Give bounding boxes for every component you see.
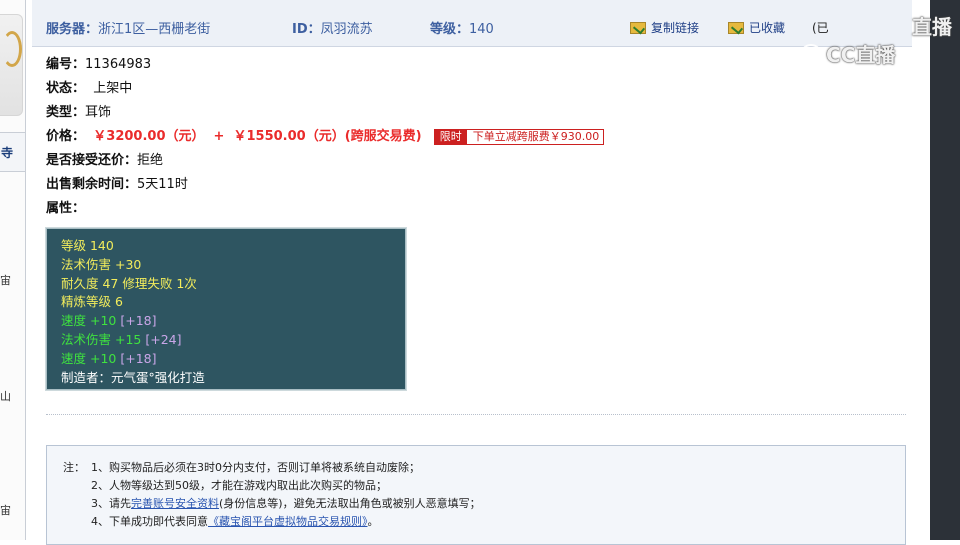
note-1: 1、购买物品后必须在3时0分内支付，否则订单将被系统自动废除； [91, 461, 420, 474]
limit-text: 下单立减跨服费￥930.00 [472, 129, 600, 143]
level-value: 140 [469, 22, 494, 37]
copy-link-button[interactable]: 复制链接 [630, 19, 699, 36]
left-text-1: 宙 [0, 274, 11, 287]
note-2: 2、人物等级达到50级，才能在游戏内取出此次购买的物品； [91, 479, 387, 492]
price-label: 价格： [46, 129, 86, 144]
code-value: 11364983 [85, 57, 152, 72]
left-sidebar: 寺 宙 山 宙 [0, 0, 26, 540]
left-tab-label: 寺 [1, 146, 14, 160]
attr-line: 精炼等级 6 [61, 294, 123, 310]
attr-main: 速度 +10 [61, 313, 117, 329]
note-4-pre: 4、下单成功即代表同意 [91, 515, 208, 528]
divider [46, 414, 906, 415]
code-row: 编号：11364983 [46, 53, 151, 72]
level-label: 等级： [430, 22, 470, 37]
item-thumbnail[interactable] [0, 14, 23, 116]
left-text-3: 宙 [0, 504, 11, 517]
watermark-line-2: CC直播 [826, 43, 896, 67]
note-3-post: (身份信息等)，避免无法取出角色或被别人恶意填写； [219, 497, 481, 510]
folder-link-icon [630, 21, 646, 34]
item-detail-panel: 服务器：浙江1区—西栅老街 ID：凤羽流苏 等级：140 复制链接 已收藏 (已… [32, 0, 912, 545]
attr-line: 耐久度 47 修理失败 1次 [61, 275, 197, 291]
cc-logo-icon [800, 44, 822, 66]
price-value: ￥3200.00（元） + ￥1550.00（元）(跨服交易费) [93, 129, 422, 144]
favorite-button[interactable]: 已收藏 [728, 19, 785, 36]
attr-line: 法术伤害 +15 [+24] [61, 331, 391, 350]
left-tab[interactable]: 寺 [0, 132, 25, 172]
limited-offer-badge: 限时 下单立减跨服费￥930.00 [433, 128, 605, 145]
price-row: 价格： ￥3200.00（元） + ￥1550.00（元）(跨服交易费) 限时下… [46, 125, 605, 145]
counter-offer-label: 是否接受还价： [46, 153, 138, 168]
id-label: ID： [292, 22, 321, 37]
time-left-value: 5天11时 [137, 177, 188, 192]
favorite-label: 已收藏 [749, 21, 786, 35]
note-4-post: 。 [367, 515, 379, 528]
server-info: 服务器：浙江1区—西栅老街 [46, 18, 210, 37]
id-info: ID：凤羽流苏 [292, 18, 373, 37]
note-4: 4、下单成功即代表同意《藏宝阁平台虚拟物品交易规则》。 [91, 513, 379, 529]
notes-box: 注： 1、购买物品后必须在3时0分内支付，否则订单将被系统自动废除； 2、人物等… [46, 445, 906, 545]
attr-main: 速度 +10 [61, 350, 117, 366]
attr-line: 制造者：元气蛋°强化打造 [61, 369, 205, 385]
attr-line: 速度 +10 [+18] [61, 350, 391, 369]
server-value: 浙江1区—西栅老街 [98, 22, 211, 37]
status-label: 状态： [46, 81, 86, 96]
item-header: 服务器：浙江1区—西栅老街 ID：凤羽流苏 等级：140 复制链接 已收藏 (已 [32, 0, 912, 47]
note-prefix: 注： [63, 461, 85, 474]
code-label: 编号： [46, 57, 86, 72]
right-dark-strip [930, 0, 960, 540]
attr-extra: [+18] [120, 313, 157, 329]
trade-rules-link[interactable]: 《藏宝阁平台虚拟物品交易规则》 [208, 515, 368, 528]
attr-extra: [+18] [120, 350, 157, 366]
attr-extra: [+24] [145, 331, 182, 347]
note-3-pre: 3、请先 [91, 497, 131, 510]
type-row: 类型：耳饰 [46, 101, 111, 120]
id-value: 凤羽流苏 [320, 22, 373, 37]
watermark-line-1: 直播 [912, 15, 952, 39]
counter-offer-row: 是否接受还价：拒绝 [46, 149, 163, 168]
stream-watermark: 直播 CC直播 [800, 16, 960, 76]
type-label: 类型： [46, 105, 86, 120]
attributes-row: 属性： [46, 197, 85, 216]
type-value: 耳饰 [85, 105, 112, 120]
server-label: 服务器： [46, 22, 99, 37]
left-text-2: 山 [0, 390, 11, 403]
folder-favorite-icon [728, 21, 744, 34]
attr-main: 法术伤害 +15 [61, 331, 142, 347]
account-security-link[interactable]: 完善账号安全资料 [131, 497, 219, 510]
counter-offer-value: 拒绝 [137, 153, 164, 168]
time-left-label: 出售剩余时间： [46, 177, 138, 192]
attributes-label: 属性： [46, 201, 86, 216]
status-value: 上架中 [93, 81, 133, 96]
attributes-box: 等级 140 法术伤害 +30 耐久度 47 修理失败 1次 精炼等级 6 速度… [45, 227, 407, 391]
note-3: 3、请先完善账号安全资料(身份信息等)，避免无法取出角色或被别人恶意填写； [91, 495, 481, 511]
limit-tag: 限时 [434, 129, 467, 144]
time-left-row: 出售剩余时间：5天11时 [46, 173, 188, 192]
attr-line: 法术伤害 +30 [61, 256, 142, 272]
attr-line: 速度 +10 [+18] [61, 312, 391, 331]
copy-link-label: 复制链接 [651, 21, 700, 35]
level-info: 等级：140 [430, 18, 494, 37]
status-row: 状态： 上架中 [46, 77, 132, 96]
attr-line: 等级 140 [61, 238, 114, 253]
